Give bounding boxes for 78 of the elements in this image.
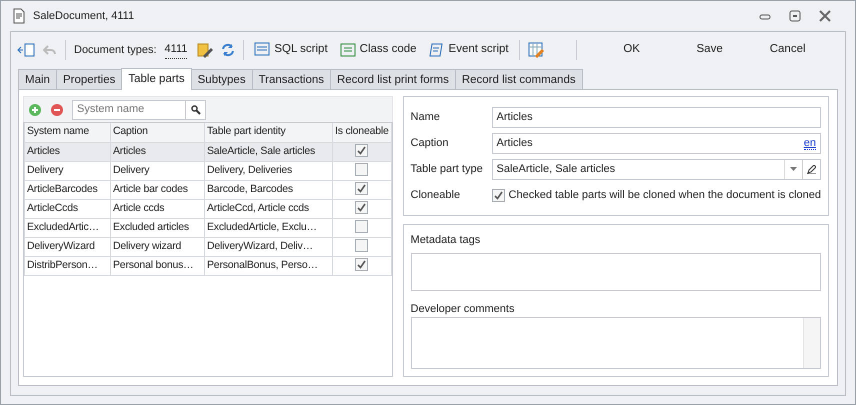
action-button[interactable]: OK	[596, 40, 667, 60]
tags-field[interactable]	[410, 252, 821, 290]
class-code-button[interactable]: Class code	[338, 41, 419, 59]
table-cell: Delivery wizard	[110, 237, 204, 256]
search-icon[interactable]	[190, 104, 200, 114]
field-label: Metadata tags	[410, 233, 482, 248]
sql-script-button[interactable]: SQL script	[252, 41, 330, 59]
field-label: Cloneable	[410, 188, 462, 203]
field-label: Name	[410, 110, 441, 125]
close-icon[interactable]	[819, 10, 831, 22]
tab[interactable]: Record list print forms	[330, 69, 456, 89]
checkbox[interactable]	[355, 182, 368, 196]
edit-icon[interactable]	[195, 41, 214, 59]
pencil-icon[interactable]	[807, 164, 816, 174]
field-label: Document types:	[74, 42, 157, 58]
column-header[interactable]: Caption	[110, 123, 204, 142]
table-cell: Excluded articles	[110, 218, 204, 237]
column-header[interactable]: Table part identity	[204, 123, 332, 142]
table-cell: Delivery, Deliveries	[204, 161, 332, 180]
table-cell: DistribPerson…	[24, 256, 110, 275]
comments-field[interactable]	[410, 317, 821, 369]
panel-icon[interactable]	[17, 43, 35, 57]
table-cell: Articles	[24, 142, 110, 161]
tab[interactable]: Subtypes	[190, 69, 253, 89]
document-icon	[11, 8, 27, 24]
table-cell: ArticleCcds	[24, 199, 110, 218]
event-script-button[interactable]: Event script	[426, 41, 511, 59]
tab[interactable]: Table parts	[121, 68, 192, 90]
table-cell: Articles	[110, 142, 204, 161]
table-cell: Barcode, Barcodes	[204, 180, 332, 199]
checkbox[interactable]	[355, 258, 368, 272]
table-cell: Delivery	[24, 161, 110, 180]
checkbox[interactable]	[355, 201, 368, 214]
field-label: Caption	[410, 136, 450, 151]
caption-field[interactable]: Articles en	[492, 132, 821, 154]
table-cell: Personal bonus…	[110, 256, 204, 275]
window-title: SaleDocument, 4111	[33, 8, 134, 24]
table-cell: PersonalBonus, Perso…	[204, 256, 332, 275]
field-label: Developer comments	[410, 302, 516, 316]
field-label: Table part type	[410, 162, 484, 177]
table-cell: Article bar codes	[110, 180, 204, 199]
document-types-link[interactable]: 4111	[164, 41, 188, 59]
checkbox[interactable]	[355, 220, 368, 234]
tab[interactable]: Record list commands	[454, 69, 583, 89]
type-dropdown[interactable]: SaleArticle, Sale articles	[492, 158, 821, 180]
tab[interactable]: Main	[18, 69, 57, 89]
checkbox[interactable]	[355, 144, 368, 158]
checkbox[interactable]	[355, 163, 368, 176]
caret-icon[interactable]	[790, 167, 797, 171]
table-cell: ExcludedArtic…	[24, 218, 110, 237]
language-link[interactable]: en	[804, 136, 816, 150]
table-cell: ExcludedArticle, Exclu…	[204, 218, 332, 237]
checkbox-label: Checked table parts will be cloned when the document is cloned	[508, 188, 821, 203]
scrollbar[interactable]	[803, 318, 820, 368]
table-cell: DeliveryWizard, Deliv…	[204, 237, 332, 256]
tab[interactable]: Transactions	[252, 69, 331, 89]
action-button[interactable]: Save	[674, 40, 745, 60]
maximize-icon[interactable]	[789, 10, 801, 22]
checkbox[interactable]	[492, 188, 505, 202]
checkbox[interactable]	[355, 239, 368, 252]
field-value: Articles	[496, 136, 533, 151]
field-value: SaleArticle, Sale articles	[496, 162, 616, 177]
search-field[interactable]: System name	[72, 100, 186, 120]
table-cell: Article ccds	[110, 199, 204, 218]
action-button[interactable]: Cancel	[752, 40, 823, 60]
column-header[interactable]: Is cloneable	[332, 123, 392, 142]
name-field[interactable]: Articles	[492, 106, 821, 128]
column-header[interactable]: System name	[24, 123, 110, 142]
table-cell: ArticleBarcodes	[24, 180, 110, 199]
table-edit-icon[interactable]	[528, 42, 544, 58]
table-cell: DeliveryWizard	[24, 237, 110, 256]
refresh-icon[interactable]	[221, 43, 236, 57]
tab[interactable]: Properties	[56, 69, 122, 89]
remove-icon[interactable]	[50, 102, 64, 116]
script-icon	[428, 42, 445, 58]
table-cell: SaleArticle, Sale articles	[204, 142, 332, 161]
table-cell: ArticleCcd, Article ccds	[204, 199, 332, 218]
table-cell: Delivery	[110, 161, 204, 180]
